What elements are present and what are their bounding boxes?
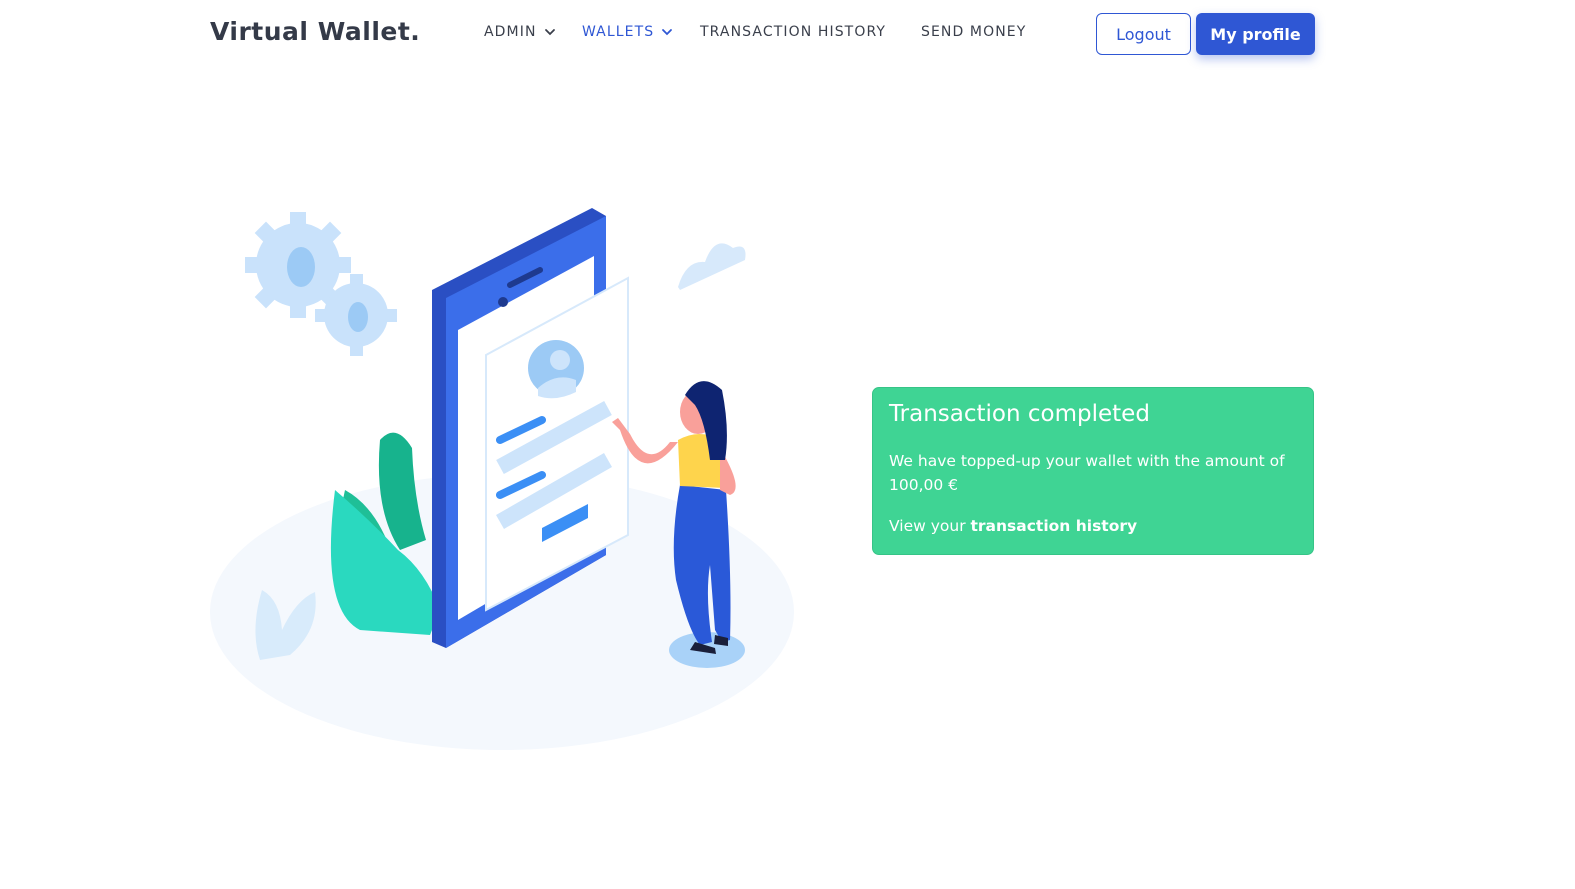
logout-button[interactable]: Logout [1096,13,1191,55]
alert-link-prefix: View your [889,517,971,535]
navbar: Virtual Wallet. ADMIN WALLETS TRANSACTIO… [0,0,1575,70]
nav-item-label: ADMIN [484,24,537,40]
transaction-history-link[interactable]: transaction history [971,517,1138,535]
nav-item-label: WALLETS [582,24,655,40]
nav-item-label: SEND MONEY [921,24,1027,40]
transaction-success-alert: Transaction completed We have topped-up … [872,387,1314,555]
alert-link-line: View your transaction history [889,517,1297,535]
my-profile-button[interactable]: My profile [1196,13,1315,55]
illustration-graphic [210,208,794,750]
alert-title: Transaction completed [889,401,1150,427]
alert-message: We have topped-up your wallet with the a… [889,452,1285,494]
nav-item-admin[interactable]: ADMIN [484,24,556,40]
brand-logo[interactable]: Virtual Wallet. [210,17,420,46]
nav-item-transaction-history[interactable]: TRANSACTION HISTORY [700,24,886,40]
chevron-down-icon [544,29,555,36]
phone-with-woman-illustration [200,190,820,770]
nav-item-send-money[interactable]: SEND MONEY [921,24,1026,40]
chevron-down-icon [662,29,673,36]
nav-item-wallets[interactable]: WALLETS [582,24,673,40]
nav-item-label: TRANSACTION HISTORY [700,24,887,40]
